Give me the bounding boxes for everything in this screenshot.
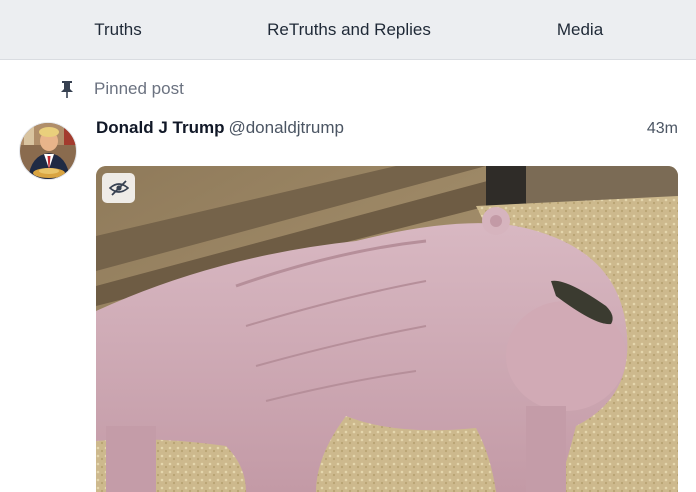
pinned-post-label: Pinned post (94, 79, 184, 98)
author-handle[interactable]: @donaldjtrump (228, 118, 344, 138)
profile-feed: Truths ReTruths and Replies Media Pinned… (0, 0, 696, 492)
pin-icon (60, 80, 74, 98)
tab-retruths-and-replies[interactable]: ReTruths and Replies (236, 0, 462, 60)
post-media-image[interactable] (96, 166, 678, 492)
post-timestamp[interactable]: 43m (647, 120, 678, 138)
post-author[interactable]: Donald J Trump @donaldjtrump (96, 118, 344, 146)
tab-media[interactable]: Media (520, 0, 640, 60)
pinned-indicator: Pinned post (60, 76, 184, 102)
tab-truths[interactable]: Truths (58, 0, 178, 60)
eye-slash-icon[interactable] (102, 173, 135, 203)
author-name[interactable]: Donald J Trump (96, 118, 224, 138)
profile-tabs: Truths ReTruths and Replies Media (0, 0, 696, 60)
author-avatar[interactable] (19, 122, 77, 180)
